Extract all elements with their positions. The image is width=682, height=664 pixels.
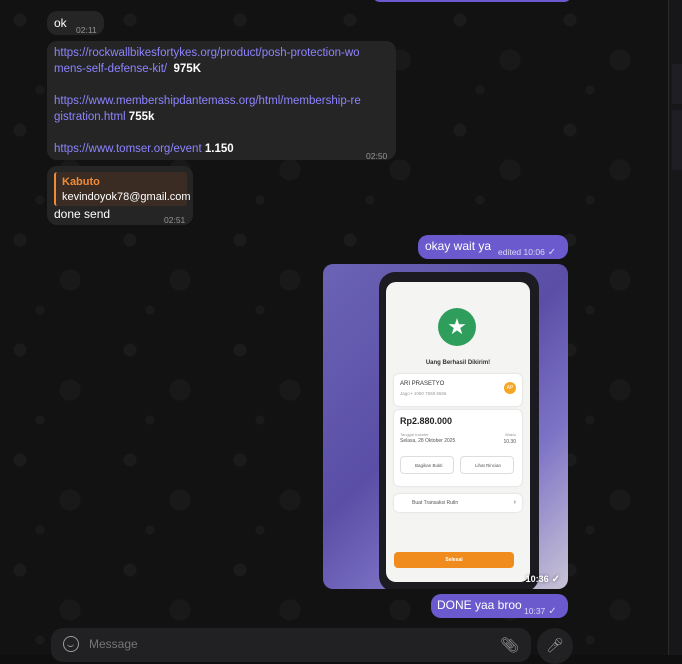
date-label: Tanggal transfer (400, 432, 429, 437)
photo-message[interactable]: ★ Uang Berhasil Dikirim! ARI PRASETYO Ja… (323, 264, 568, 589)
recipient-card: ARI PRASETYO Jago • 1060 7569 6566 AP (394, 374, 522, 406)
microphone-icon: 🎤︎ (546, 637, 564, 653)
outgoing-message-wait[interactable]: okay wait ya edited 10:06 ✓ (418, 235, 568, 259)
message-text: done send (54, 207, 111, 221)
reply-quote[interactable]: Kabuto kevindoyok78@gmail.com (54, 172, 191, 206)
amount-3: 1.150 (204, 143, 234, 155)
message-composer: 📎︎ (51, 628, 531, 662)
read-check-icon: ✓ (547, 247, 557, 258)
message-time: 02:11 (76, 25, 97, 35)
avatar: AP (504, 382, 516, 394)
read-check-icon: ✓ (551, 574, 560, 585)
read-check-icon: ✓ (548, 606, 557, 617)
share-proof-button: Bagikan Bukti (400, 456, 454, 474)
message-input[interactable] (89, 637, 489, 651)
star-icon: ★ (438, 308, 476, 346)
message-time: 02:51 (164, 215, 186, 225)
done-button: Selesai (394, 552, 514, 568)
reply-text: kevindoyok78@gmail.com (62, 191, 191, 203)
side-panel (668, 0, 682, 655)
phone-image: ★ Uang Berhasil Dikirim! ARI PRASETYO Ja… (379, 272, 539, 589)
view-details-button: Lihat Rincian (460, 456, 514, 474)
link-2[interactable]: https://www.membershipdantemass.org/html… (54, 95, 361, 107)
incoming-message-links[interactable]: https://rockwallbikesfortykes.org/produc… (47, 41, 396, 161)
incoming-message-ok[interactable]: ok 02:11 (47, 11, 104, 35)
outgoing-message-done[interactable]: DONE yaa broo 10:37 ✓ (431, 594, 568, 618)
message-text: ok (54, 16, 67, 30)
microphone-button[interactable]: 🎤︎ (537, 628, 573, 664)
chevron-right-icon: › (513, 499, 516, 506)
recipient-name: ARI PRASETYO (400, 381, 445, 387)
incoming-message-reply[interactable]: Kabuto kevindoyok78@gmail.com done send … (47, 166, 193, 225)
message-text: DONE yaa broo (437, 598, 522, 612)
link-1-cont[interactable]: mens-self-defense-kit/ (54, 63, 167, 75)
time-value: 10.30 (503, 439, 516, 445)
message-time: 10:37 ✓ (524, 606, 557, 617)
links-text: https://rockwallbikesfortykes.org/produc… (54, 45, 390, 157)
message-text: okay wait ya (425, 239, 492, 253)
routine-label: Buat Transaksi Rutin (412, 500, 459, 506)
amount-1: 975K (173, 63, 202, 75)
link-3[interactable]: https://www.tomser.org/event (54, 143, 202, 155)
message-time: edited 10:06 ✓ (498, 247, 557, 258)
link-2-cont[interactable]: gistration.html (54, 111, 126, 123)
date-value: Selasa, 28 Oktober 2025 (400, 438, 456, 444)
transfer-amount: Rp2.880.000 (400, 416, 453, 426)
paperclip-icon[interactable]: 📎︎ (500, 636, 519, 654)
side-panel-item[interactable] (672, 110, 682, 170)
previous-outgoing-bubble-edge (372, 0, 572, 2)
routine-card: Buat Transaksi Rutin › (394, 494, 522, 512)
message-time: 02:50 (366, 151, 388, 161)
link-1[interactable]: https://rockwallbikesfortykes.org/produc… (54, 47, 360, 59)
message-time: 10:36 ✓ (525, 574, 560, 585)
side-panel-item[interactable] (672, 64, 682, 104)
recipient-sub: Jago • 1060 7569 6566 (400, 391, 447, 396)
amount-card: Rp2.880.000 Tanggal transfer Selasa, 28 … (394, 410, 522, 486)
phone-screen: ★ Uang Berhasil Dikirim! ARI PRASETYO Ja… (386, 282, 530, 582)
screen-title: Uang Berhasil Dikirim! (425, 360, 491, 366)
time-label: Waktu (504, 432, 516, 437)
amount-2: 755k (128, 111, 155, 123)
emoji-icon[interactable] (63, 636, 79, 652)
reply-author: Kabuto (62, 176, 100, 188)
